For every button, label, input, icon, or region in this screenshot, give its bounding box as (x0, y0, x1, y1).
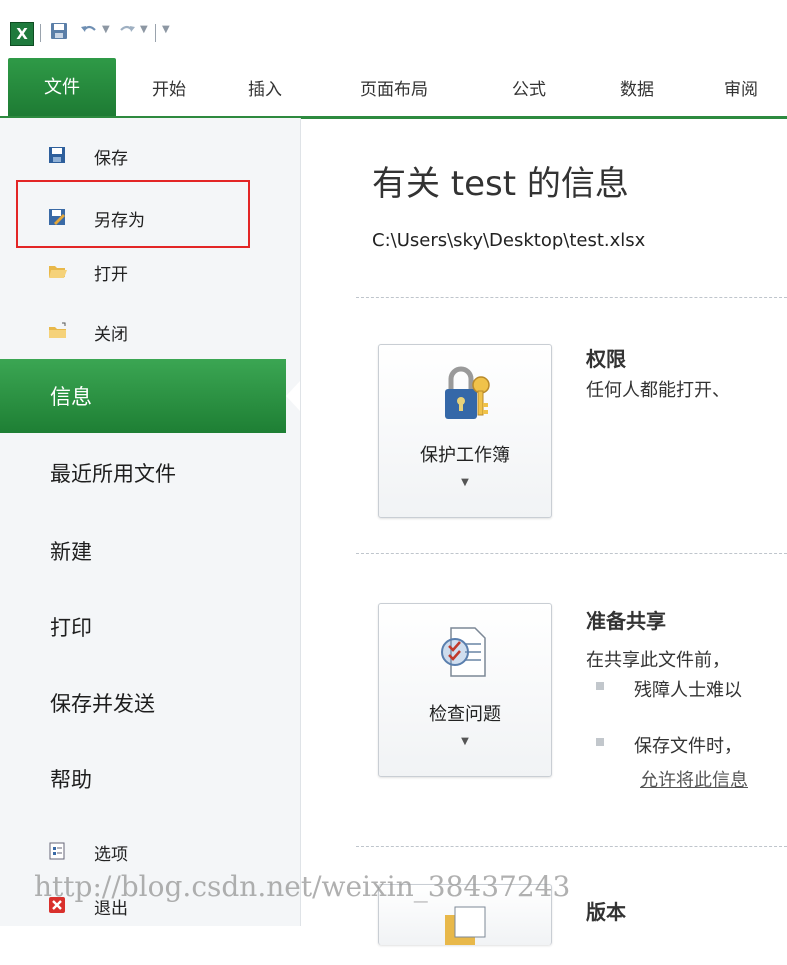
redo-icon[interactable] (118, 22, 136, 46)
close-folder-icon (48, 322, 66, 340)
backstage-nav: 保存 另存为 打开 关闭 信息 最近所用文件 新建 打印 保存并发送 帮助 选项 (0, 118, 301, 926)
divider (356, 846, 787, 847)
nav-item-help[interactable]: 帮助 (50, 764, 92, 794)
nav-item-info-label: 信息 (50, 385, 92, 409)
protect-workbook-label: 保护工作簿 (420, 445, 510, 466)
undo-dropdown-icon[interactable]: ▼ (102, 24, 110, 35)
redo-dropdown-icon[interactable]: ▼ (140, 24, 148, 35)
save-icon[interactable] (50, 22, 68, 46)
check-issues-button[interactable]: 检查问题 ▼ (378, 603, 552, 777)
versions-heading: 版本 (586, 900, 626, 924)
nav-close-label: 关闭 (94, 325, 128, 345)
sharing-bullet-1: 残障人士难以 (634, 680, 742, 701)
ribbon-tabs: 文件 开始 插入 页面布局 公式 数据 审阅 (0, 50, 787, 119)
permissions-heading: 权限 (586, 347, 626, 371)
highlight-box (16, 180, 250, 248)
nav-item-info[interactable]: 信息 (0, 359, 300, 433)
chevron-down-icon: ▼ (461, 477, 469, 488)
customize-icon[interactable]: ▼ (162, 24, 170, 35)
nav-save-label: 保存 (94, 149, 128, 169)
versions-icon (437, 905, 493, 965)
bullet-icon (596, 738, 604, 746)
excel-icon[interactable]: X (10, 22, 34, 46)
tab-formulas[interactable]: 公式 (512, 75, 546, 100)
undo-icon[interactable] (80, 22, 98, 46)
open-folder-icon (48, 262, 67, 280)
quick-access-toolbar: X ▼ ▼ ▼ (0, 0, 787, 50)
prepare-sharing-text: 在共享此文件前， (586, 650, 730, 671)
page-title: 有关 test 的信息 (372, 164, 629, 204)
tab-page-layout[interactable]: 页面布局 (360, 75, 428, 100)
check-issues-label: 检查问题 (429, 704, 501, 725)
tab-review[interactable]: 审阅 (724, 75, 758, 100)
tab-home[interactable]: 开始 (152, 75, 186, 100)
nav-open-label: 打开 (94, 265, 128, 285)
tab-file[interactable]: 文件 (8, 58, 116, 118)
permissions-text: 任何人都能打开、 (586, 380, 730, 401)
protect-workbook-button[interactable]: 保护工作簿 ▼ (378, 344, 552, 518)
divider (356, 297, 787, 298)
lock-key-icon (437, 363, 493, 423)
sharing-bullet-2: 保存文件时， (634, 736, 742, 757)
nav-item-recent[interactable]: 最近所用文件 (50, 458, 176, 488)
allow-info-link[interactable]: 允许将此信息 (640, 766, 748, 792)
tab-insert[interactable]: 插入 (248, 75, 282, 100)
nav-item-print[interactable]: 打印 (50, 612, 92, 642)
divider (356, 553, 787, 554)
chevron-down-icon: ▼ (461, 736, 469, 747)
nav-item-new[interactable]: 新建 (50, 536, 92, 566)
separator (40, 24, 41, 42)
separator (155, 24, 156, 42)
watermark: http://blog.csdn.net/weixin_38437243 (34, 870, 571, 903)
tab-data[interactable]: 数据 (620, 75, 654, 100)
options-icon (48, 842, 66, 860)
save-icon (48, 146, 66, 164)
inspect-document-icon (437, 622, 493, 682)
prepare-sharing-heading: 准备共享 (586, 609, 666, 633)
file-path: C:\Users\sky\Desktop\test.xlsx (372, 230, 646, 251)
nav-item-save-send[interactable]: 保存并发送 (50, 688, 155, 718)
nav-options-label: 选项 (94, 845, 128, 865)
bullet-icon (596, 682, 604, 690)
